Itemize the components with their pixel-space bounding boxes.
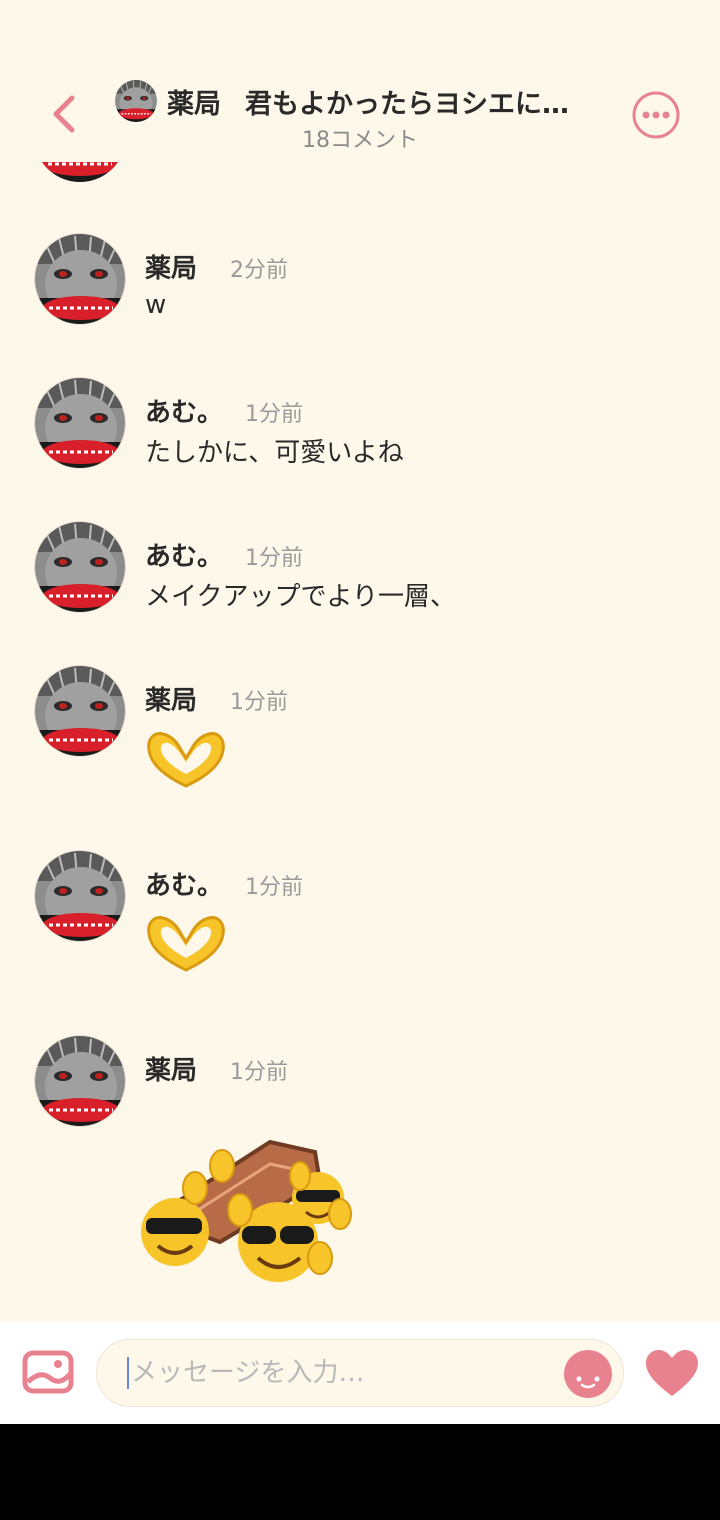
sender-name: 薬局 xyxy=(145,254,198,284)
sender-name: あむ。 xyxy=(145,398,224,428)
header-avatar xyxy=(115,80,157,122)
attach-image-button[interactable] xyxy=(22,1350,74,1396)
smiley-icon xyxy=(564,1350,612,1398)
avatar[interactable] xyxy=(34,850,126,942)
avatar[interactable] xyxy=(34,377,126,469)
avatar[interactable] xyxy=(34,521,126,613)
like-button[interactable] xyxy=(644,1348,700,1398)
avatar[interactable] xyxy=(34,1035,126,1127)
heart-icon xyxy=(646,1350,698,1396)
sender-name: あむ。 xyxy=(145,542,224,572)
message-input-wrapper xyxy=(96,1339,624,1407)
message-time: 1分前 xyxy=(245,402,303,427)
coffin-dance-sticker[interactable] xyxy=(140,1130,360,1290)
composer-bar xyxy=(0,1322,720,1424)
chevron-left-icon xyxy=(53,95,75,133)
comment-count: 18コメント xyxy=(302,128,418,153)
message-text: w xyxy=(145,290,167,320)
top-bar: 薬局 君もよかったらヨシエに… 18コメント xyxy=(0,0,720,170)
back-button[interactable] xyxy=(46,92,86,136)
heart-hands-icon xyxy=(145,728,227,790)
thread-title: 君もよかったらヨシエに… xyxy=(245,89,569,120)
heart-hands-icon xyxy=(145,912,227,974)
message-time: 2分前 xyxy=(230,258,288,283)
message-text: たしかに、可愛いよね xyxy=(145,438,404,468)
system-nav-bar xyxy=(0,1424,720,1520)
avatar[interactable] xyxy=(34,665,126,757)
more-icon xyxy=(632,91,680,139)
message-input[interactable] xyxy=(127,1357,547,1389)
avatar[interactable] xyxy=(34,233,126,325)
image-icon xyxy=(22,1350,74,1394)
message-time: 1分前 xyxy=(245,875,303,900)
sender-name: あむ。 xyxy=(145,871,224,901)
heart-hands-sticker[interactable] xyxy=(145,912,227,974)
message-time: 1分前 xyxy=(230,1060,288,1085)
chat-header[interactable]: 薬局 君もよかったらヨシエに… 18コメント xyxy=(115,76,595,156)
coffin-dance-sunglasses-icon xyxy=(141,1139,352,1282)
more-options-button[interactable] xyxy=(631,90,681,140)
sender-name: 薬局 xyxy=(145,686,198,716)
emoji-button[interactable] xyxy=(563,1349,613,1399)
sender-name: 薬局 xyxy=(145,1056,198,1086)
message-time: 1分前 xyxy=(230,690,288,715)
message-time: 1分前 xyxy=(245,546,303,571)
message-text: メイクアップでより一層、 xyxy=(145,582,456,612)
heart-hands-sticker[interactable] xyxy=(145,728,227,790)
header-user-name: 薬局 xyxy=(167,89,221,120)
